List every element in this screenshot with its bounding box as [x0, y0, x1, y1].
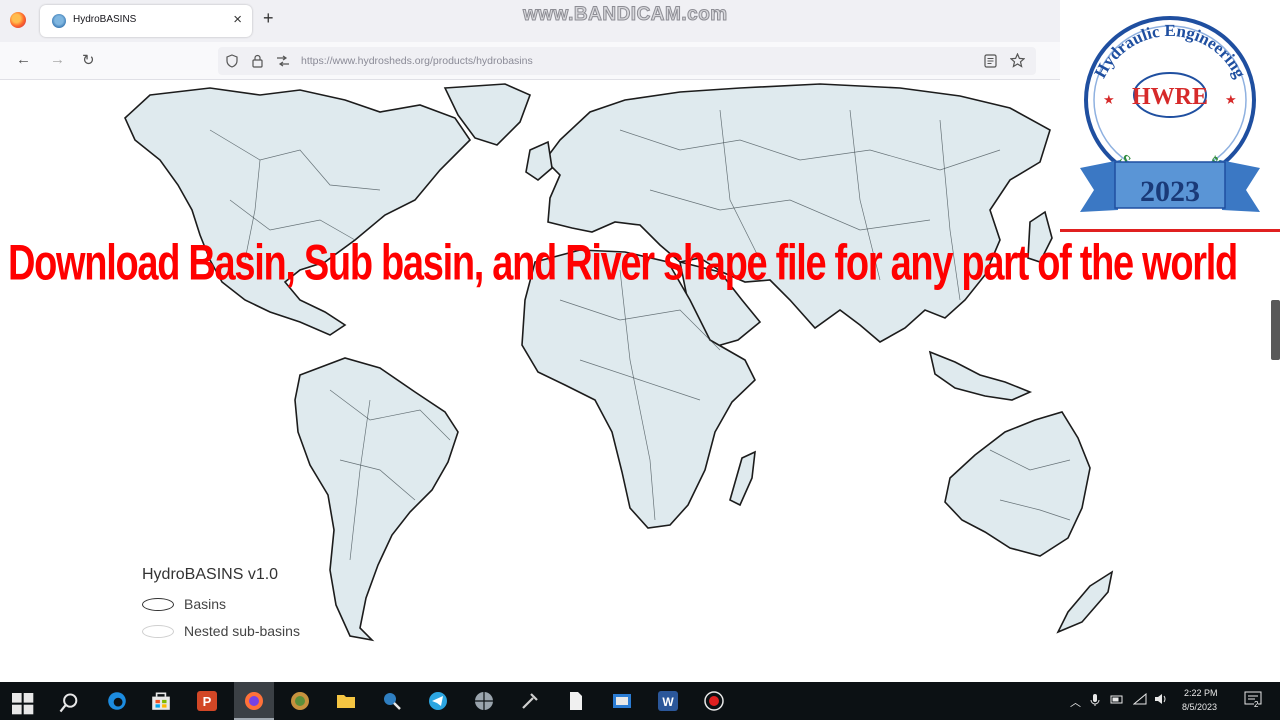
shield-icon[interactable]: [226, 54, 238, 68]
windows-taskbar: P W ︿ 2:22 PM 8/5/2023 2: [0, 682, 1280, 720]
svg-text:P: P: [203, 694, 212, 709]
network-icon[interactable]: [1133, 693, 1147, 705]
sub-basin-swatch-icon: [142, 625, 174, 638]
hwre-logo-emblem: Hydraulic Engineering HWRE ★ ★ Software …: [1080, 16, 1260, 212]
tools-icon[interactable]: [519, 690, 541, 712]
edge-browser-icon[interactable]: [106, 690, 128, 712]
permissions-icon[interactable]: [276, 55, 290, 67]
basin-swatch-icon: [142, 598, 174, 611]
logo-center-text: HWRE: [1132, 84, 1208, 110]
word-icon[interactable]: W: [657, 690, 679, 712]
logo-year: 2023: [1140, 175, 1200, 208]
legend-label: Basins: [184, 596, 227, 612]
madagascar-landmass: [729, 450, 756, 507]
scrollbar-thumb[interactable]: [1271, 300, 1280, 360]
new-zealand-landmass: [1056, 570, 1114, 634]
globe-icon: [52, 14, 66, 28]
show-hidden-icons-chevron-up-icon[interactable]: ︿: [1070, 694, 1081, 710]
map-legend-title: HydroBASINS v1.0: [142, 566, 279, 583]
notification-count: 2: [1254, 700, 1259, 709]
telegram-icon[interactable]: [427, 690, 449, 712]
browser-nav-bar: ← → ↻ https://www.hydrosheds.org/product…: [0, 42, 1060, 80]
tab-title: HydroBASINS: [73, 14, 137, 25]
north-america-landmass: [124, 87, 472, 336]
microphone-icon[interactable]: [1090, 693, 1100, 707]
tab-hydrobasins[interactable]: HydroBASINS ×: [40, 5, 252, 37]
globe-app-icon[interactable]: [473, 690, 495, 712]
search-icon[interactable]: [58, 692, 80, 714]
volume-icon[interactable]: [1154, 693, 1168, 705]
notification-center-button[interactable]: 2: [1244, 691, 1264, 711]
svg-text:W: W: [662, 695, 674, 709]
reader-view-icon[interactable]: [984, 54, 997, 68]
close-tab-icon[interactable]: ×: [233, 11, 242, 28]
gis-app-icon[interactable]: [289, 690, 311, 712]
windows-start-icon[interactable]: [12, 693, 34, 715]
australia-landmass: [944, 411, 1091, 557]
address-bar[interactable]: https://www.hydrosheds.org/products/hydr…: [218, 47, 1036, 75]
screen: HydroBASINS × + ← → ↻ https://www.hydros…: [0, 0, 1280, 720]
zoom-search-icon[interactable]: [381, 690, 403, 712]
bandicam-watermark: www.BANDICAM.com: [523, 4, 728, 26]
new-tab-button[interactable]: +: [263, 8, 274, 29]
back-button[interactable]: ←: [16, 51, 31, 68]
forward-button[interactable]: →: [50, 51, 65, 68]
store-icon[interactable]: [150, 690, 172, 712]
battery-icon[interactable]: [1110, 693, 1124, 705]
bookmark-star-icon[interactable]: [1010, 53, 1025, 68]
indonesia-landmass: [928, 350, 1033, 401]
star-icon: ★: [1225, 92, 1237, 107]
star-icon: ★: [1103, 92, 1115, 107]
notification-icon: [1244, 691, 1262, 705]
clock-date[interactable]: 8/5/2023: [1182, 702, 1217, 712]
legend-label: Nested sub-basins: [184, 623, 300, 639]
firefox-menu-icon[interactable]: [10, 12, 26, 28]
record-icon[interactable]: [703, 690, 725, 712]
file-explorer-icon[interactable]: [335, 690, 357, 712]
powerpoint-icon[interactable]: P: [196, 690, 218, 712]
video-headline: Download Basin, Sub basin, and River sha…: [8, 236, 1238, 292]
display-app-icon[interactable]: [611, 690, 633, 712]
url-text[interactable]: https://www.hydrosheds.org/products/hydr…: [301, 55, 533, 67]
channel-logo: Hydraulic Engineering HWRE ★ ★ Software …: [1060, 0, 1280, 232]
reload-button[interactable]: ↻: [82, 51, 95, 69]
firefox-icon[interactable]: [243, 690, 265, 712]
uk-landmass: [525, 140, 553, 182]
clock-time[interactable]: 2:22 PM: [1184, 688, 1218, 698]
south-america-landmass: [294, 357, 459, 642]
lock-icon[interactable]: [252, 54, 263, 68]
document-icon[interactable]: [565, 690, 587, 712]
